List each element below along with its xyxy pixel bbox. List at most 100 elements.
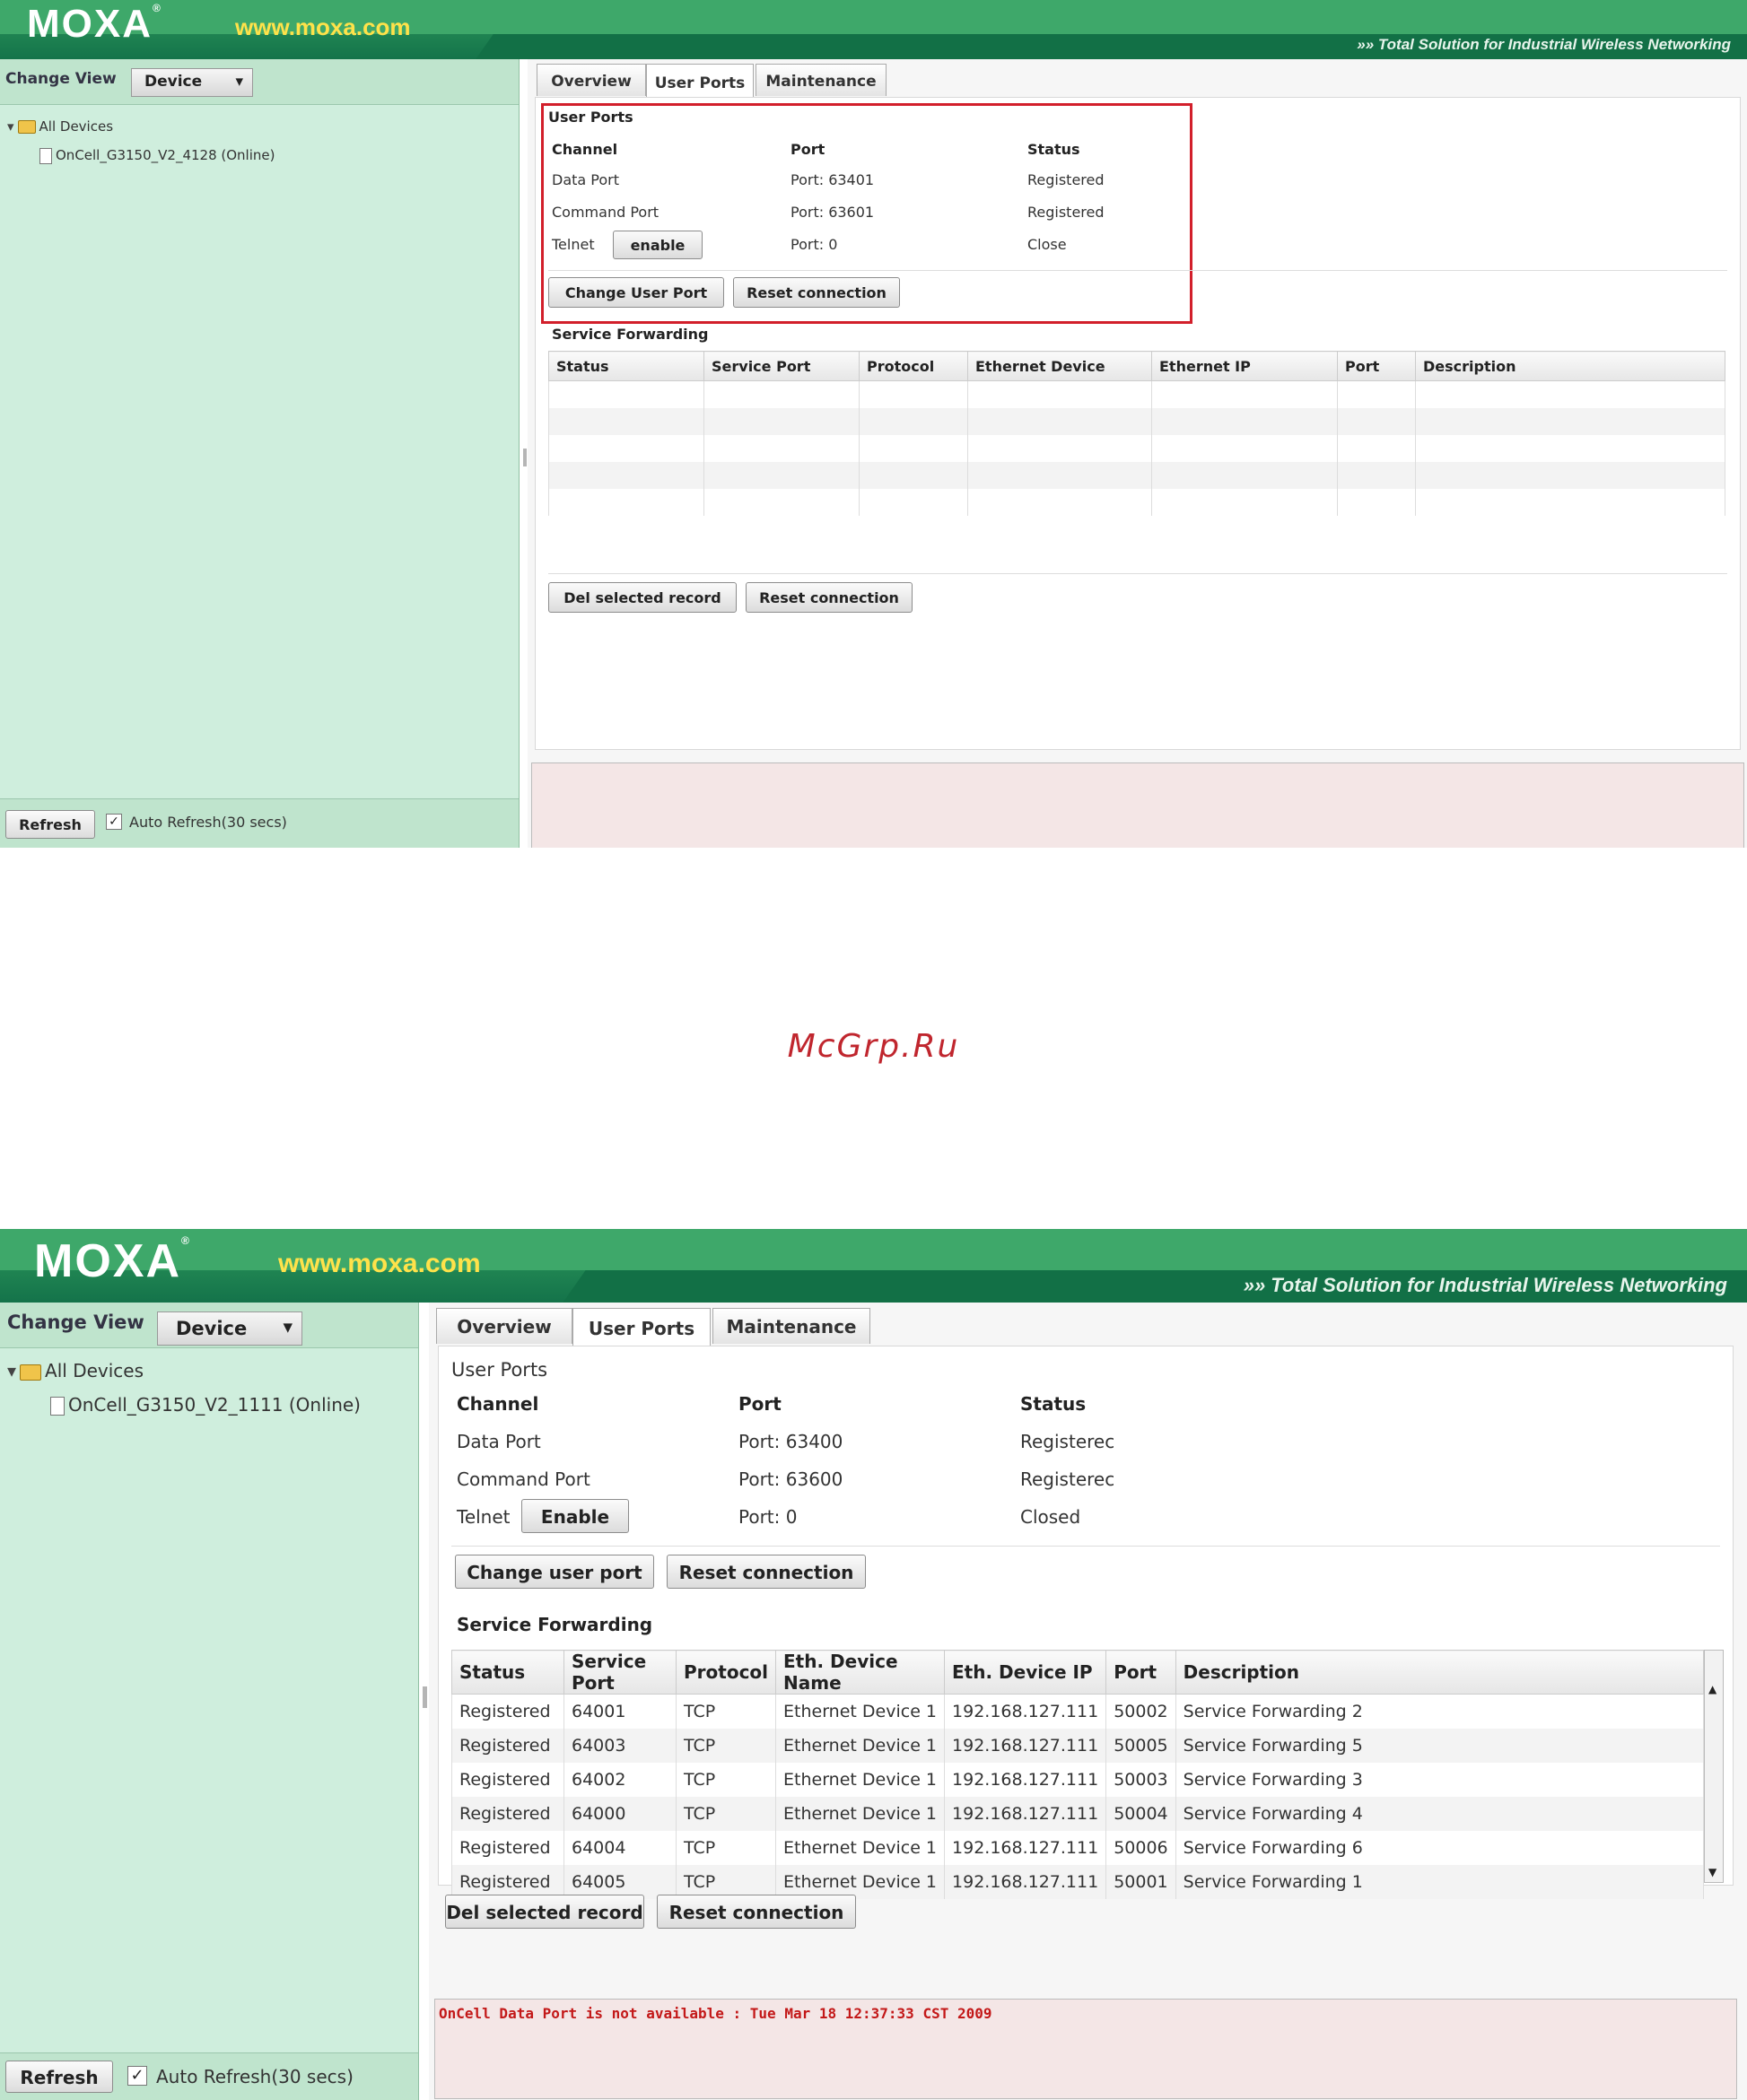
command-port-value: Port: 63601 <box>791 204 875 221</box>
col-port[interactable]: Port <box>1337 351 1416 381</box>
col-description[interactable]: Description <box>1175 1650 1705 1695</box>
data-port-value: Port: 63400 <box>738 1431 843 1452</box>
arrow-down-icon[interactable]: ▼ <box>1708 1866 1716 1878</box>
reset-connection-button[interactable]: Reset connection <box>733 277 900 308</box>
status-message-area: OnCell Data Port is not available : Tue … <box>434 1999 1737 2099</box>
col-status[interactable]: Status <box>548 351 704 381</box>
col-service-port[interactable]: Service Port <box>563 1650 677 1695</box>
document-icon <box>39 147 52 164</box>
channel-command-port: Command Port <box>552 204 659 221</box>
table-row[interactable] <box>548 408 1725 435</box>
splitter-handle[interactable] <box>523 449 527 466</box>
table-row[interactable]: Registered 64000 TCP Ethernet Device 1 192.1… <box>451 1797 1705 1831</box>
refresh-button[interactable]: Refresh <box>5 2061 113 2093</box>
cell-status: Registered <box>451 1797 564 1831</box>
website-link[interactable]: www.moxa.com <box>278 1249 481 1279</box>
port-header: Port <box>791 141 825 158</box>
cell-port: 50004 <box>1105 1797 1176 1831</box>
reset-connection-button[interactable]: Reset connection <box>667 1555 866 1589</box>
header-banner: MOXA® www.moxa.com »» Total Solution for… <box>0 0 1747 59</box>
col-ethernet-device[interactable]: Ethernet Device <box>967 351 1152 381</box>
tree-device-label: OnCell_G3150_V2_4128 (Online) <box>56 147 275 163</box>
user-ports-title: User Ports <box>548 109 633 126</box>
tagline: »» Total Solution for Industrial Wireles… <box>1243 1274 1727 1296</box>
telnet-enable-button[interactable]: enable <box>613 231 703 259</box>
view-select-value: Device <box>176 1318 248 1339</box>
sidebar-header: Change View Device ▾ <box>0 1303 418 1348</box>
divider <box>451 1546 1720 1547</box>
divider <box>548 270 1727 271</box>
del-selected-record-button[interactable]: Del selected record <box>548 582 737 613</box>
checkmark-icon: ✓ <box>109 815 119 829</box>
arrow-up-icon[interactable]: ▲ <box>1708 1683 1716 1695</box>
col-eth-device-ip[interactable]: Eth. Device IP <box>944 1650 1107 1695</box>
view-select[interactable]: Device ▾ <box>157 1311 302 1346</box>
col-status[interactable]: Status <box>451 1650 564 1695</box>
triangle-down-icon[interactable]: ▾ <box>7 1360 16 1381</box>
table-row[interactable]: Registered 64003 TCP Ethernet Device 1 192.1… <box>451 1729 1705 1763</box>
table-row[interactable] <box>548 380 1725 408</box>
triangle-down-icon[interactable]: ▾ <box>7 118 14 135</box>
table-row[interactable] <box>548 435 1725 462</box>
reset-connection-button-2[interactable]: Reset connection <box>746 582 913 613</box>
col-description[interactable]: Description <box>1415 351 1725 381</box>
change-user-port-button[interactable]: Change user port <box>455 1555 654 1589</box>
change-user-port-button[interactable]: Change User Port <box>548 277 724 308</box>
reset-connection-button-2[interactable]: Reset connection <box>657 1895 856 1929</box>
cell-status: Registered <box>451 1763 564 1797</box>
tab-maintenance[interactable]: Maintenance <box>712 1308 870 1344</box>
tree-item-device[interactable]: OnCell_G3150_V2_4128 (Online) <box>7 147 275 176</box>
header-banner: MOXA® www.moxa.com »» Total Solution for… <box>0 1229 1747 1303</box>
telnet-enable-button[interactable]: Enable <box>521 1499 629 1533</box>
table-row[interactable]: Registered 64004 TCP Ethernet Device 1 192.1… <box>451 1831 1705 1865</box>
splitter-handle[interactable] <box>423 1686 427 1708</box>
tab-overview[interactable]: Overview <box>436 1308 572 1344</box>
cell-status: Registered <box>451 1729 564 1763</box>
website-link[interactable]: www.moxa.com <box>235 13 411 41</box>
tab-user-ports[interactable]: User Ports <box>572 1308 711 1346</box>
channel-data-port: Data Port <box>552 171 620 188</box>
cell-protocol: TCP <box>675 1729 777 1763</box>
cell-eth-device-name: Ethernet Device 1 <box>775 1797 946 1831</box>
tab-maintenance[interactable]: Maintenance <box>756 64 887 96</box>
table-scrollbar[interactable]: ▲ ▼ <box>1704 1650 1724 1883</box>
cell-eth-device-ip: 192.168.127.111 <box>944 1831 1107 1865</box>
table-row[interactable] <box>548 462 1725 489</box>
table-row[interactable] <box>548 489 1725 516</box>
refresh-button[interactable]: Refresh <box>5 810 95 839</box>
table-row[interactable]: Registered 64001 TCP Ethernet Device 1 192.1… <box>451 1694 1705 1729</box>
col-port[interactable]: Port <box>1105 1650 1176 1695</box>
user-ports-title: User Ports <box>451 1359 548 1381</box>
col-protocol[interactable]: Protocol <box>859 351 968 381</box>
tab-user-ports[interactable]: User Ports <box>646 64 754 98</box>
cell-description: Service Forwarding 3 <box>1175 1763 1705 1797</box>
tree-item-device[interactable]: OnCell_G3150_V2_1111 (Online) <box>7 1394 361 1428</box>
cell-service-port: 64004 <box>563 1831 677 1865</box>
col-ethernet-ip[interactable]: Ethernet IP <box>1151 351 1338 381</box>
tab-overview[interactable]: Overview <box>537 64 646 96</box>
auto-refresh-checkbox[interactable]: ✓ <box>127 2066 147 2086</box>
cell-protocol: TCP <box>675 1797 777 1831</box>
tree-root-label: All Devices <box>45 1360 144 1381</box>
document-icon <box>50 1397 65 1416</box>
cell-service-port: 64001 <box>563 1694 677 1729</box>
cell-service-port: 64002 <box>563 1763 677 1797</box>
telnet-port-value: Port: 0 <box>738 1506 798 1528</box>
cell-description: Service Forwarding 2 <box>1175 1694 1705 1729</box>
data-port-status: Registerec <box>1020 1431 1115 1452</box>
tree-item-all-devices[interactable]: ▾ All Devices <box>7 118 275 147</box>
col-eth-device-name[interactable]: Eth. Device Name <box>775 1650 946 1695</box>
telnet-port-value: Port: 0 <box>791 236 838 253</box>
del-selected-record-button[interactable]: Del selected record <box>445 1895 644 1929</box>
col-protocol[interactable]: Protocol <box>675 1650 777 1695</box>
cell-eth-device-ip: 192.168.127.111 <box>944 1729 1107 1763</box>
auto-refresh-label: Auto Refresh(30 secs) <box>129 814 287 831</box>
view-select[interactable]: Device ▾ <box>131 68 253 97</box>
tree-root-label: All Devices <box>39 118 114 135</box>
auto-refresh-checkbox[interactable]: ✓ <box>106 814 122 830</box>
cell-status: Registered <box>451 1694 564 1729</box>
chevron-down-icon: ▾ <box>283 1316 293 1338</box>
col-service-port[interactable]: Service Port <box>703 351 860 381</box>
table-row[interactable]: Registered 64002 TCP Ethernet Device 1 192.1… <box>451 1763 1705 1797</box>
tree-item-all-devices[interactable]: ▾ All Devices <box>7 1360 361 1394</box>
